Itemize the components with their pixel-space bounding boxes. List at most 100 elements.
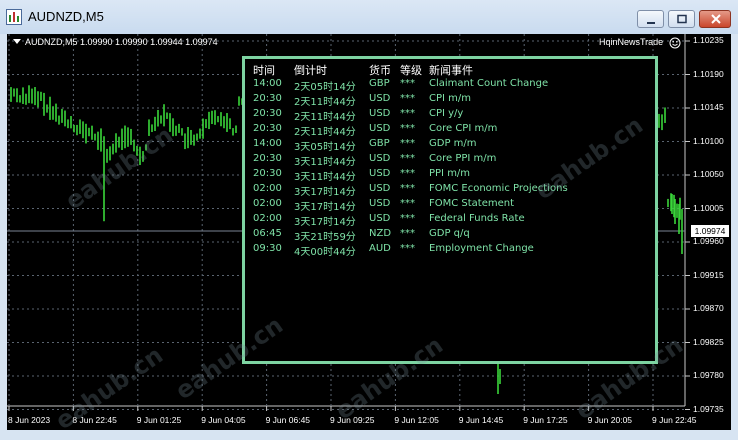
news-time: 20:30 — [253, 123, 282, 134]
header-event: 新闻事件 — [429, 64, 473, 77]
news-time: 20:30 — [253, 153, 282, 164]
news-currency: AUD — [369, 243, 391, 254]
smiley-icon — [669, 37, 681, 49]
news-countdown: 2天11时44分 — [294, 112, 356, 123]
news-level: *** — [400, 213, 415, 224]
news-countdown: 2天11时44分 — [294, 127, 356, 138]
symbol-quote: AUDNZD,M5 1.09990 1.09990 1.09944 1.0997… — [25, 37, 218, 47]
time-axis-label: 9 Jun 04:05 — [201, 415, 246, 425]
price-axis-label: 1.09735 — [693, 403, 724, 414]
time-axis-label: 9 Jun 14:45 — [458, 415, 504, 425]
news-level: *** — [400, 243, 415, 254]
price-axis-label: 1.10190 — [693, 68, 724, 79]
price-chart[interactable]: AUDNZD,M5 1.09990 1.09990 1.09944 1.0997… — [7, 34, 731, 430]
news-time: 02:00 — [253, 213, 282, 224]
news-countdown: 3天11时44分 — [294, 172, 356, 183]
news-currency: USD — [369, 198, 391, 209]
news-level: *** — [400, 153, 415, 164]
news-time: 20:30 — [253, 93, 282, 104]
symbol-info: AUDNZD,M5 1.09990 1.09990 1.09944 1.0997… — [13, 37, 218, 47]
time-axis-label: 8 Jun 2023 — [8, 415, 51, 425]
time-axis-label: 9 Jun 01:25 — [136, 415, 182, 425]
minimize-button[interactable] — [637, 10, 664, 28]
price-axis-label: 1.09960 — [693, 236, 724, 246]
window-title: AUDNZD,M5 — [28, 9, 104, 24]
time-axis-label: 9 Jun 12:05 — [394, 415, 439, 425]
chart-window-icon — [6, 9, 22, 25]
news-event: GDP m/m — [429, 138, 477, 149]
news-currency: USD — [369, 123, 391, 134]
news-level: *** — [400, 228, 415, 239]
price-axis-label: 1.10100 — [693, 135, 724, 146]
news-currency: USD — [369, 213, 391, 224]
news-event: PPI m/m — [429, 168, 471, 179]
news-time: 02:00 — [253, 183, 282, 194]
price-axis-label: 1.10005 — [693, 202, 724, 213]
news-time: 02:00 — [253, 198, 282, 209]
news-countdown: 2天05时14分 — [294, 82, 356, 93]
price-axis-label: 1.10050 — [693, 169, 724, 179]
news-countdown: 3天17时14分 — [294, 217, 356, 228]
news-currency: GBP — [369, 78, 390, 89]
price-axis-label: 1.10145 — [693, 102, 724, 112]
restore-icon — [677, 14, 687, 24]
news-level: *** — [400, 138, 415, 149]
header-time: 时间 — [253, 64, 275, 77]
news-countdown: 3天21时59分 — [294, 232, 356, 243]
time-axis-label: 9 Jun 06:45 — [265, 415, 311, 425]
news-countdown: 4天00时44分 — [294, 247, 356, 258]
news-currency: NZD — [369, 228, 392, 239]
news-currency: USD — [369, 168, 391, 179]
time-axis-label: 9 Jun 22:45 — [652, 415, 697, 425]
price-axis-label: 1.10235 — [693, 35, 724, 45]
minimize-icon — [647, 22, 655, 24]
news-currency: USD — [369, 183, 391, 194]
news-event: Federal Funds Rate — [429, 213, 525, 224]
close-button[interactable] — [699, 10, 731, 28]
news-event: CPI m/m — [429, 93, 471, 104]
news-event: Core CPI m/m — [429, 123, 498, 134]
news-panel: 时间 倒计时 货币 等级 新闻事件 14:00 2天05时14分 GBP *** Cla… — [242, 56, 658, 364]
news-event: Claimant Count Change — [429, 78, 549, 89]
news-currency: USD — [369, 108, 391, 119]
news-event: GDP q/q — [429, 228, 470, 239]
news-countdown: 3天17时14分 — [294, 202, 356, 213]
news-time: 09:30 — [253, 243, 282, 254]
terminal-window: AUDNZD,M5 AUDNZD,M5 1.09990 1.09990 1.09… — [0, 0, 738, 440]
news-level: *** — [400, 123, 415, 134]
news-event: Core PPI m/m — [429, 153, 497, 164]
news-time: 14:00 — [253, 138, 282, 149]
news-event: FOMC Statement — [429, 198, 515, 209]
dropdown-triangle-icon[interactable] — [13, 39, 21, 44]
price-axis-label: 1.09825 — [693, 336, 724, 347]
title-bar[interactable]: AUDNZD,M5 — [0, 0, 738, 34]
news-level: *** — [400, 108, 415, 119]
time-axis-label: 9 Jun 17:25 — [523, 415, 568, 425]
news-currency: USD — [369, 93, 391, 104]
price-axis-label: 1.09780 — [693, 370, 724, 380]
news-level: *** — [400, 198, 415, 209]
news-level: *** — [400, 183, 415, 194]
news-currency: USD — [369, 153, 391, 164]
news-event: Employment Change — [429, 243, 534, 254]
news-time: 06:45 — [253, 228, 282, 239]
header-level: 等级 — [400, 64, 422, 77]
price-axis-label: 1.09870 — [693, 303, 724, 313]
news-countdown: 2天11时44分 — [294, 97, 356, 108]
header-countdown: 倒计时 — [294, 64, 327, 77]
current-price-tag: 1.09974 — [691, 225, 729, 237]
news-countdown: 3天11时44分 — [294, 157, 356, 168]
news-level: *** — [400, 168, 415, 179]
news-time: 20:30 — [253, 108, 282, 119]
news-currency: GBP — [369, 138, 390, 149]
close-icon — [711, 14, 721, 24]
price-axis-label: 1.09915 — [693, 269, 724, 280]
news-event: CPI y/y — [429, 108, 464, 119]
header-currency: 货币 — [369, 64, 391, 77]
news-countdown: 3天17时14分 — [294, 187, 356, 198]
indicator-brand: HqinNewsTrade — [599, 37, 664, 47]
news-level: *** — [400, 93, 415, 104]
news-level: *** — [400, 78, 415, 89]
news-time: 20:30 — [253, 168, 282, 179]
maximize-button[interactable] — [668, 10, 695, 28]
